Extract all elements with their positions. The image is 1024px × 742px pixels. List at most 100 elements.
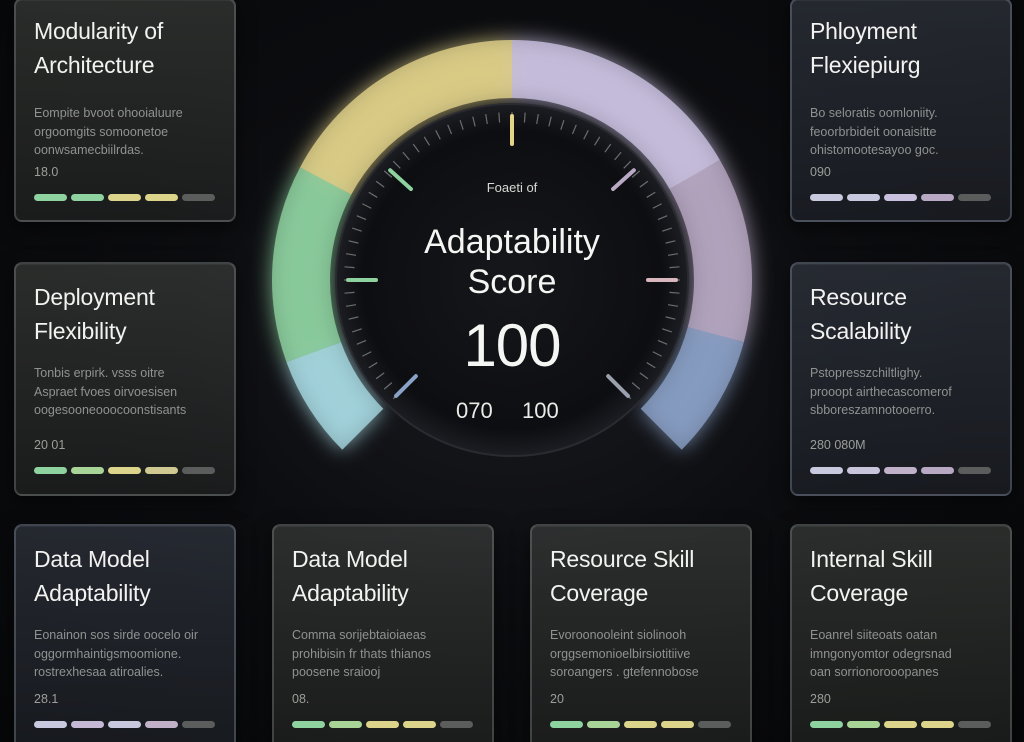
gauge-minor-tick [669, 266, 680, 269]
card-progress-bars [810, 721, 991, 728]
card-title-line1: Resource [810, 284, 907, 310]
progress-segment [958, 467, 991, 474]
gauge-minor-tick [435, 130, 441, 140]
gauge-arc-mauve [669, 160, 753, 343]
card-title-line2: Flexibility [34, 318, 127, 344]
progress-segment [958, 194, 991, 201]
gauge-minor-tick [614, 151, 622, 161]
progress-segment [34, 467, 67, 474]
gauge-minor-tick [352, 328, 362, 333]
gauge-minor-tick [623, 160, 632, 169]
metric-card-data-model-adaptability-1[interactable]: Data Model Adaptability Eonainon sos sir… [14, 524, 236, 742]
gauge-arc-lavender [512, 40, 720, 189]
metric-card-phloyment-flexiepiurg[interactable]: Phloyment Flexiepiurg Bo seloratis oomlo… [790, 0, 1012, 222]
card-value: 28.1 [34, 692, 59, 706]
gauge-minor-tick [344, 266, 355, 269]
gauge-minor-tick [459, 120, 464, 130]
progress-segment [145, 467, 178, 474]
card-title-line2: Flexiepiurg [810, 52, 921, 78]
progress-segment [847, 721, 880, 728]
gauge-arc-green [272, 167, 352, 363]
gauge-minor-tick [623, 391, 632, 400]
card-description: Evoroonooleint siolinooh orggsemonioelbi… [550, 628, 699, 679]
progress-segment [440, 721, 473, 728]
gauge-minor-tick [536, 113, 539, 125]
progress-segment [958, 721, 991, 728]
card-progress-bars [34, 467, 215, 474]
gauge-arc-yellow [300, 39, 512, 195]
progress-segment [182, 721, 215, 728]
gauge-minor-tick [523, 112, 526, 123]
metric-card-resource-skill-coverage[interactable]: Resource Skill Coverage Evoroonooleint s… [530, 524, 752, 742]
card-description: Eompite bvoot ohooialuure orgoomgits som… [34, 106, 183, 157]
gauge-minor-tick [348, 240, 359, 244]
gauge-minor-tick [485, 113, 488, 125]
dashboard-stage: Foaeti of Adaptability Score 100 070 100… [0, 0, 1024, 742]
card-title-line1: Internal Skill [810, 546, 933, 572]
gauge-minor-tick [344, 291, 355, 294]
progress-segment [71, 467, 104, 474]
progress-segment [847, 194, 880, 201]
gauge-minor-tick [631, 170, 641, 178]
card-title-line1: Modularity of [34, 18, 164, 44]
card-title-line1: Phloyment [810, 18, 917, 44]
progress-segment [810, 194, 843, 201]
gauge-minor-tick [583, 130, 589, 140]
gauge-minor-tick [604, 143, 612, 153]
progress-segment [108, 194, 141, 201]
gauge-range-max: 100 [522, 398, 559, 423]
gauge-minor-tick [571, 124, 577, 135]
card-value: 20 [550, 692, 564, 706]
gauge-minor-tick [348, 316, 359, 320]
card-progress-bars [34, 721, 215, 728]
progress-segment [108, 467, 141, 474]
gauge-score-value: 100 [463, 312, 561, 379]
card-description: Tonbis erpirk. vsss oitre Aspraet fvoes … [34, 366, 187, 417]
metric-card-internal-skill-coverage[interactable]: Internal Skill Coverage Eoanrel siiteoat… [790, 524, 1012, 742]
progress-segment [884, 194, 917, 201]
progress-segment [145, 721, 178, 728]
card-progress-bars [810, 467, 991, 474]
gauge-minor-tick [356, 215, 367, 221]
metric-card-data-model-adaptability-2[interactable]: Data Model Adaptability Comma sorijebtai… [272, 524, 494, 742]
card-value: 280 [810, 692, 831, 706]
card-value: 08. [292, 692, 310, 706]
progress-segment [921, 194, 954, 201]
progress-segment [698, 721, 731, 728]
gauge-minor-tick [392, 160, 401, 169]
metric-card-resource-scalability[interactable]: Resource Scalability Pstopresszchiltligh… [790, 262, 1012, 496]
progress-segment [71, 194, 104, 201]
progress-segment [884, 721, 917, 728]
card-title-line2: Coverage [550, 580, 649, 606]
progress-segment [624, 721, 657, 728]
metric-card-deployment-flexibility[interactable]: Deployment Flexibility Tonbis erpirk. vs… [14, 262, 236, 496]
card-title-line2: Scalability [810, 318, 912, 344]
progress-segment [921, 721, 954, 728]
card-progress-bars [292, 721, 473, 728]
gauge-minor-tick [345, 253, 357, 256]
card-progress-bars [550, 721, 731, 728]
gauge-minor-tick [548, 116, 552, 127]
gauge-minor-tick [362, 203, 372, 209]
progress-segment [847, 467, 880, 474]
gauge-minor-tick [345, 304, 357, 307]
card-description: Eoanrel siiteoats oatan imngonyomtor ode… [810, 628, 952, 679]
gauge-minor-tick [665, 316, 676, 320]
progress-segment [810, 467, 843, 474]
gauge-minor-tick [472, 116, 476, 127]
gauge-minor-tick [498, 112, 501, 123]
card-title-line2: Coverage [810, 580, 909, 606]
gauge-minor-tick [383, 382, 393, 390]
card-description: Eonainon sos sirde oocelo oir oggormhain… [34, 628, 198, 679]
card-title-line1: Data Model [34, 546, 150, 572]
card-description: Bo seloratis oomloniity. feoorbrbideit o… [810, 106, 939, 157]
card-value: 20 01 [34, 438, 66, 452]
gauge-minor-tick [665, 240, 676, 244]
progress-segment [108, 721, 141, 728]
progress-segment [884, 467, 917, 474]
progress-segment [34, 721, 67, 728]
metric-card-modularity-architecture[interactable]: Modularity of Architecture Eompite bvoot… [14, 0, 236, 222]
gauge-minor-tick [669, 291, 680, 294]
progress-segment [587, 721, 620, 728]
gauge-minor-tick [667, 304, 679, 307]
